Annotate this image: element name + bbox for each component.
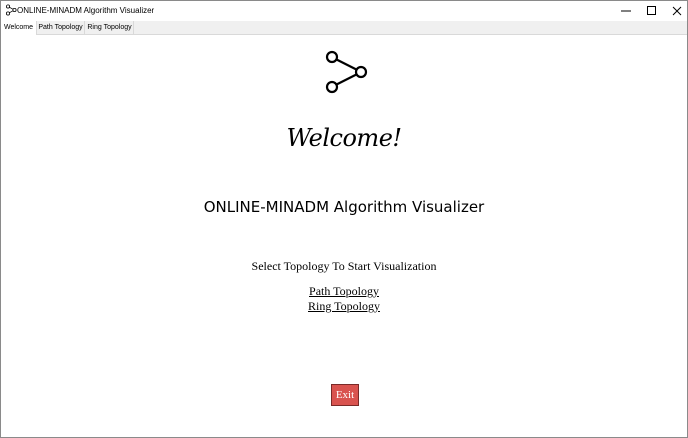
tab-bar: Welcome Path Topology Ring Topology [1,21,687,35]
app-share-icon [5,4,17,16]
close-button[interactable] [663,1,687,21]
minimize-button[interactable] [612,1,640,21]
share-icon [325,50,368,94]
tab-welcome[interactable]: Welcome [1,21,37,35]
title-bar[interactable]: ONLINE-MINADM Algorithm Visualizer [1,1,687,21]
window-title: ONLINE-MINADM Algorithm Visualizer [17,6,155,15]
maximize-button[interactable] [638,1,666,21]
welcome-panel: Welcome! ONLINE-MINADM Algorithm Visuali… [1,35,687,437]
ring-topology-link[interactable]: Ring Topology [308,299,380,313]
minimize-icon [621,10,631,12]
welcome-heading: Welcome! [286,124,402,152]
exit-button[interactable]: Exit [331,384,359,406]
path-topology-link-row: Path Topology [1,284,687,299]
tab-path-topology[interactable]: Path Topology [37,21,85,34]
close-icon [672,6,682,16]
app-subtitle: ONLINE-MINADM Algorithm Visualizer [203,198,485,216]
maximize-icon [647,6,656,15]
app-window: ONLINE-MINADM Algorithm Visualizer Welco… [0,0,688,438]
ring-topology-link-row: Ring Topology [1,299,687,314]
select-topology-prompt: Select Topology To Start Visualization [251,259,437,273]
tab-ring-topology[interactable]: Ring Topology [86,21,134,34]
path-topology-link[interactable]: Path Topology [309,284,379,298]
